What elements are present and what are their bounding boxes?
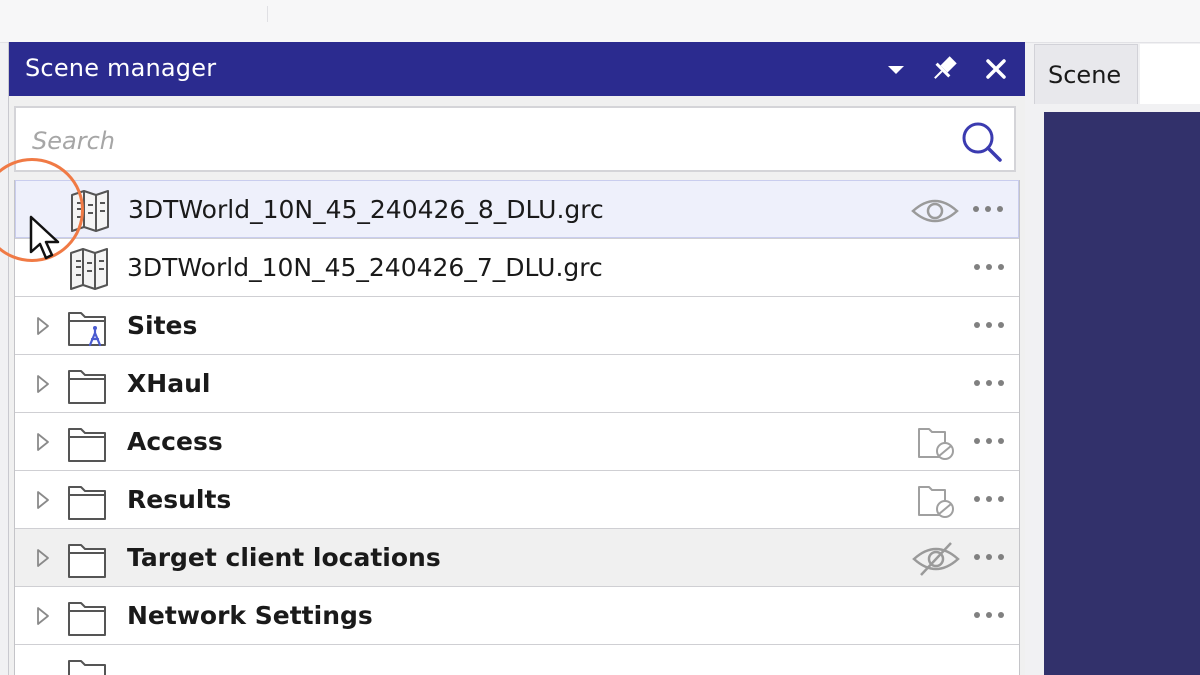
expand-arrow-icon[interactable] [33, 546, 53, 570]
tree-row-target-client-locations[interactable]: Target client locations [15, 528, 1019, 586]
folder-hidden-icon[interactable] [911, 481, 961, 521]
pin-icon[interactable] [927, 52, 961, 86]
tree-row-sites[interactable]: Sites [15, 296, 1019, 354]
tree-row-access[interactable]: Access [15, 412, 1019, 470]
tree-row-label: Target client locations [127, 543, 441, 572]
more-options-icon[interactable] [969, 481, 1009, 517]
expand-arrow-icon[interactable] [33, 430, 53, 454]
mouse-cursor-icon [28, 214, 64, 264]
tree-row-label: 3DTWorld_10N_45_240426_7_DLU.grc [127, 253, 603, 282]
top-toolbar-strip [0, 0, 1200, 43]
expand-arrow-icon[interactable] [33, 488, 53, 512]
eye-slash-icon[interactable] [911, 539, 961, 579]
folder-hidden-icon[interactable] [911, 423, 961, 463]
scene-tree-list: 3DTWorld_10N_45_240426_8_DLU.grc 3DTWorl… [14, 180, 1020, 675]
scene-viewport[interactable] [1044, 112, 1200, 675]
more-options-icon[interactable] [969, 597, 1009, 633]
search-input[interactable] [30, 120, 934, 162]
eye-icon[interactable] [910, 191, 960, 231]
folder-icon [65, 535, 113, 583]
more-options-icon[interactable] [969, 539, 1009, 575]
search-icon[interactable] [958, 118, 1004, 164]
map-file-icon [65, 245, 113, 293]
folder-icon [65, 419, 113, 467]
tree-row-network-settings[interactable]: Network Settings [15, 586, 1019, 644]
folder-icon [65, 593, 113, 641]
scene-manager-panel: Scene manager Search 3DTWorld_10N_45_240… [8, 42, 1025, 675]
folder-icon [65, 361, 113, 409]
tree-row-label: Sites [127, 311, 198, 340]
more-options-icon[interactable] [969, 423, 1009, 459]
search-box [14, 106, 1016, 172]
tree-row-partial[interactable] [15, 644, 1019, 675]
folder-icon [65, 651, 113, 675]
sites-folder-icon [65, 303, 113, 351]
close-icon[interactable] [979, 52, 1013, 86]
dropdown-arrow-icon[interactable] [879, 52, 913, 86]
panel-titlebar: Scene manager [9, 42, 1025, 96]
tree-row-label: 3DTWorld_10N_45_240426_8_DLU.grc [128, 195, 604, 224]
expand-arrow-icon[interactable] [33, 604, 53, 628]
panel-title: Scene manager [25, 54, 217, 82]
folder-icon [65, 477, 113, 525]
tree-row-label: Network Settings [127, 601, 373, 630]
more-options-icon[interactable] [969, 249, 1009, 285]
tab-scene-label: Scene [1048, 61, 1122, 89]
toolbar-separator [267, 6, 268, 22]
tree-row-grc-8[interactable]: 3DTWorld_10N_45_240426_8_DLU.grc [15, 180, 1019, 238]
tree-row-grc-7[interactable]: 3DTWorld_10N_45_240426_7_DLU.grc [15, 238, 1019, 296]
expand-arrow-icon[interactable] [33, 372, 53, 396]
more-options-icon[interactable] [968, 191, 1008, 227]
more-options-icon[interactable] [969, 365, 1009, 401]
tree-row-label: XHaul [127, 369, 211, 398]
tree-row-results[interactable]: Results [15, 470, 1019, 528]
tab-strip-empty [1140, 44, 1200, 104]
tree-row-label: Access [127, 427, 223, 456]
tab-scene[interactable]: Scene [1034, 44, 1138, 104]
expand-arrow-icon[interactable] [33, 314, 53, 338]
tree-row-xhaul[interactable]: XHaul [15, 354, 1019, 412]
more-options-icon[interactable] [969, 307, 1009, 343]
tree-row-label: Results [127, 485, 232, 514]
